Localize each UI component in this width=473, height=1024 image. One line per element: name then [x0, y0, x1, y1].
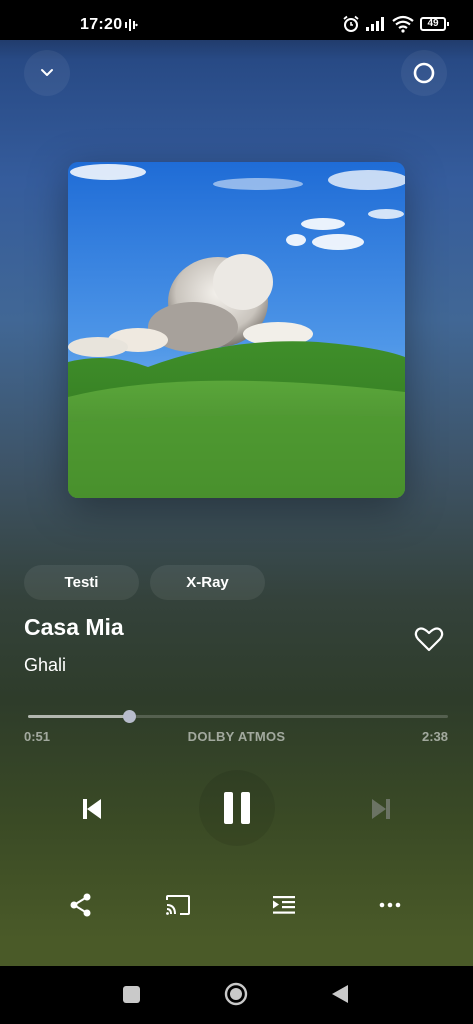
signal-icon: [366, 17, 384, 31]
collapse-button[interactable]: [24, 50, 70, 96]
system-nav-bar: [0, 966, 473, 1024]
progress-knob[interactable]: [122, 710, 136, 723]
skip-next-icon[interactable]: [362, 790, 400, 828]
share-icon: [70, 893, 91, 917]
share-button[interactable]: [64, 888, 98, 922]
progress-fill: [28, 715, 129, 718]
recording-icon: [125, 19, 138, 31]
recents-icon[interactable]: [123, 986, 140, 1003]
audio-format-label: DOLBY ATMOS: [187, 729, 286, 744]
pause-button[interactable]: [199, 770, 275, 846]
queue-button[interactable]: [267, 888, 301, 922]
track-artist[interactable]: Ghali: [24, 655, 66, 676]
chevron-down-icon: [41, 69, 53, 76]
heart-icon[interactable]: [412, 622, 446, 656]
status-time: 17:20: [80, 16, 123, 33]
alexa-ring-icon: [413, 62, 435, 84]
lyrics-chip[interactable]: Testi: [24, 565, 139, 600]
more-button[interactable]: [373, 888, 407, 922]
home-icon[interactable]: [224, 982, 248, 1006]
progress-bar[interactable]: [28, 710, 448, 723]
album-art: [68, 162, 405, 498]
skip-previous-icon[interactable]: [73, 790, 111, 828]
pause-icon: [224, 792, 250, 824]
time-total: 2:38: [421, 729, 448, 744]
cast-button[interactable]: [161, 888, 195, 922]
track-title: Casa Mia: [24, 614, 124, 640]
alexa-button[interactable]: [401, 50, 447, 96]
xray-chip[interactable]: X-Ray: [150, 565, 265, 600]
back-icon[interactable]: [330, 983, 350, 1005]
battery-icon: 49: [420, 17, 449, 31]
more-horizontal-icon: [379, 902, 401, 908]
queue-icon: [273, 896, 295, 914]
now-playing-screen: 17:20 49 Testi X-Ray Casa Mia Ghali 0:51…: [0, 0, 473, 1024]
wifi-icon: [392, 15, 414, 33]
alarm-icon: [343, 15, 359, 32]
cast-icon: [166, 895, 190, 915]
status-bar: 17:20 49: [0, 0, 473, 40]
album-art-image: [68, 162, 405, 498]
